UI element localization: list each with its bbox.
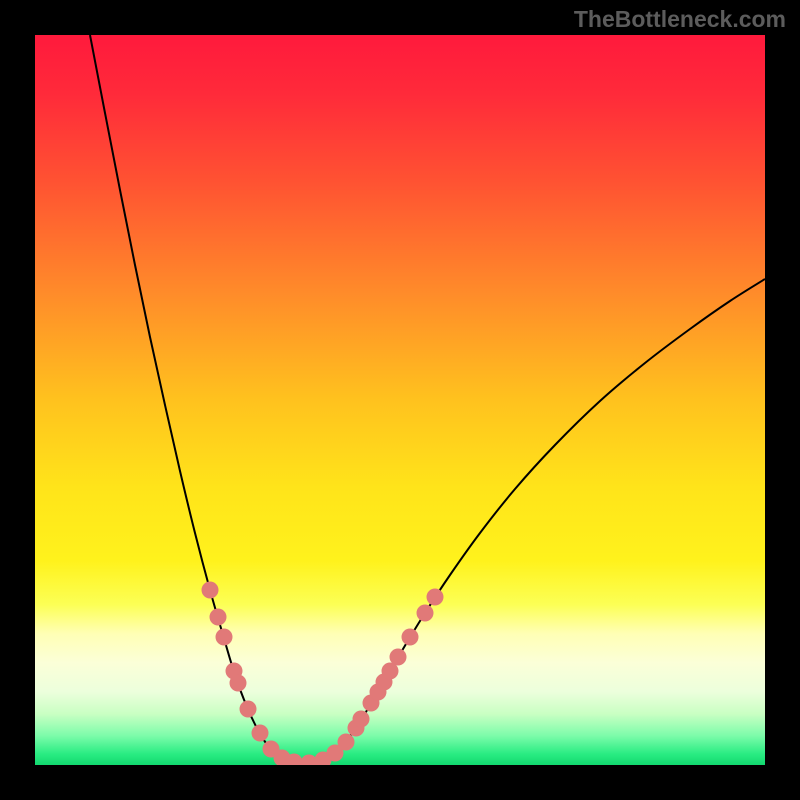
data-dot: [427, 589, 444, 606]
bottleneck-curve: [90, 35, 765, 763]
data-dot: [252, 725, 269, 742]
data-dot: [240, 701, 257, 718]
data-dot: [353, 711, 370, 728]
data-dot: [230, 675, 247, 692]
data-dot: [338, 734, 355, 751]
watermark-text: TheBottleneck.com: [574, 6, 786, 33]
data-dot: [216, 629, 233, 646]
data-dot: [402, 629, 419, 646]
chart-frame: TheBottleneck.com: [0, 0, 800, 800]
data-dot: [390, 649, 407, 666]
plot-area: [35, 35, 765, 765]
data-dot: [210, 609, 227, 626]
data-dot: [417, 605, 434, 622]
data-dot: [202, 582, 219, 599]
